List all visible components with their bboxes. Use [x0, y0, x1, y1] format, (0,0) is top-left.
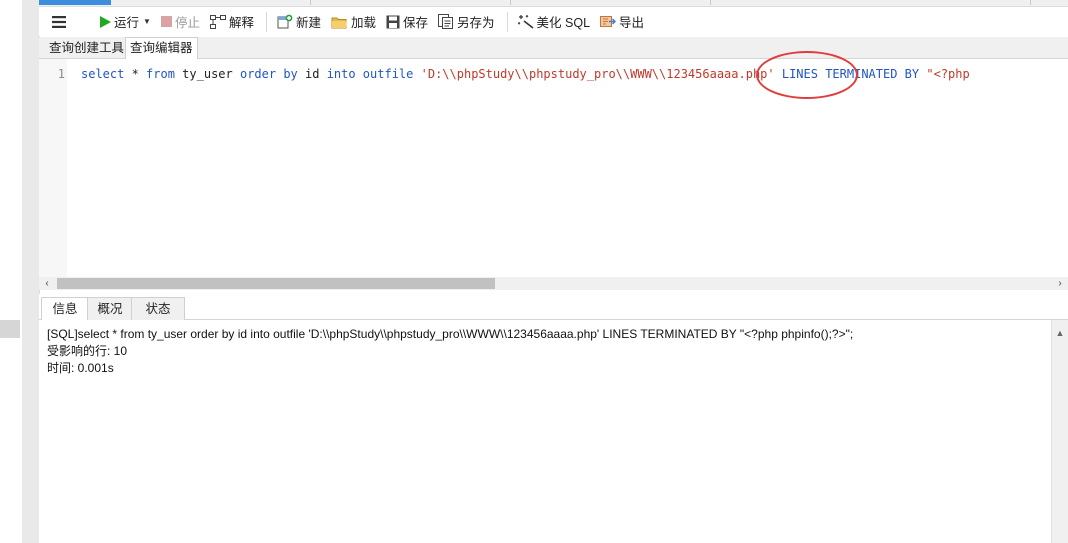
sql-keyword: order by	[239, 67, 298, 81]
message-time: 时间: 0.001s	[47, 361, 114, 375]
save-as-button[interactable]: 另存为	[434, 10, 499, 34]
tab-overview[interactable]: 概况	[87, 297, 133, 320]
tab-info[interactable]: 信息	[41, 297, 89, 321]
editor-horizontal-scrollbar[interactable]: ‹ ›	[39, 277, 1068, 290]
scroll-up-arrow-icon[interactable]: ▲	[1052, 328, 1068, 338]
new-query-label: 新建	[295, 16, 321, 30]
chevron-down-icon[interactable]: ▼	[143, 17, 151, 26]
toolbar-separator	[265, 11, 267, 32]
run-button[interactable]: 运行 ▼	[95, 10, 155, 34]
explain-label: 解释	[228, 16, 254, 30]
hamburger-icon	[52, 15, 66, 28]
message-affected-rows: 受影响的行: 10	[47, 344, 128, 358]
folder-icon	[331, 17, 347, 28]
new-query-button[interactable]: 新建	[273, 10, 325, 34]
save-as-icon	[438, 14, 454, 29]
scrollbar-thumb[interactable]	[57, 278, 495, 289]
sql-keyword: from	[146, 67, 175, 81]
window-tab-divider	[309, 0, 311, 5]
beautify-sql-button[interactable]: 美化 SQL	[514, 10, 595, 34]
sql-editor[interactable]: 1 select * from ty_user order by id into…	[39, 59, 1068, 277]
sql-keyword: select	[81, 67, 125, 81]
editor-tabs: 查询创建工具 查询编辑器	[39, 37, 1068, 60]
load-label: 加载	[350, 16, 376, 30]
export-button[interactable]: 导出	[596, 10, 648, 34]
magic-wand-icon	[517, 15, 534, 29]
explain-button[interactable]: 解释	[206, 10, 258, 34]
line-number-gutter	[39, 59, 67, 277]
explain-icon	[209, 14, 226, 29]
active-window-tab-indicator	[39, 0, 111, 5]
sql-identifier: id	[297, 67, 327, 81]
sql-string: "<?php	[919, 67, 970, 81]
message-vertical-scrollbar[interactable]: ▲	[1051, 320, 1068, 543]
save-label: 保存	[403, 16, 429, 30]
left-panel-marker[interactable]	[0, 320, 20, 338]
sql-string: 'D:\\phpStudy\\phpstudy_pro\\WWW\\123456…	[413, 67, 782, 81]
tab-query-builder[interactable]: 查询创建工具	[45, 39, 128, 58]
tab-query-editor[interactable]: 查询编辑器	[125, 37, 198, 60]
save-icon	[386, 15, 400, 28]
sql-identifier: ty_user	[174, 67, 240, 81]
tab-status[interactable]: 状态	[131, 297, 185, 320]
stop-label: 停止	[174, 16, 200, 30]
export-label: 导出	[619, 16, 645, 30]
left-gutter	[0, 0, 22, 543]
red-circle-annotation	[756, 51, 858, 99]
new-query-icon	[277, 14, 293, 29]
window-tab-divider	[1029, 0, 1031, 5]
save-button[interactable]: 保存	[382, 10, 432, 34]
menu-button[interactable]	[45, 10, 73, 34]
scroll-right-arrow-icon[interactable]: ›	[1052, 277, 1068, 290]
play-icon	[100, 15, 111, 28]
scroll-left-arrow-icon[interactable]: ‹	[39, 277, 55, 290]
run-label: 运行	[114, 16, 140, 30]
line-number: 1	[57, 67, 65, 81]
result-tabs: 信息 概况 状态	[39, 294, 1068, 321]
left-panel-strip	[22, 0, 40, 543]
sql-identifier: *	[124, 67, 147, 81]
window-tab-divider	[509, 0, 511, 5]
message-sql: [SQL]select * from ty_user order by id i…	[47, 327, 854, 341]
window-tab-divider	[709, 0, 711, 5]
sql-keyword: into outfile	[326, 67, 414, 81]
window-tab-strip	[39, 0, 1068, 7]
export-icon	[600, 16, 617, 27]
query-toolbar: 运行 ▼ 停止 解释 新建 加载 保存 另存为 美化 SQL 导出	[39, 7, 1068, 36]
load-button[interactable]: 加载	[327, 10, 380, 34]
message-panel: [SQL]select * from ty_user order by id i…	[39, 320, 1052, 543]
stop-button[interactable]: 停止	[157, 10, 204, 34]
stop-icon	[160, 16, 172, 27]
toolbar-separator	[506, 11, 508, 32]
save-as-label: 另存为	[457, 16, 495, 30]
beautify-sql-label: 美化 SQL	[536, 16, 591, 30]
